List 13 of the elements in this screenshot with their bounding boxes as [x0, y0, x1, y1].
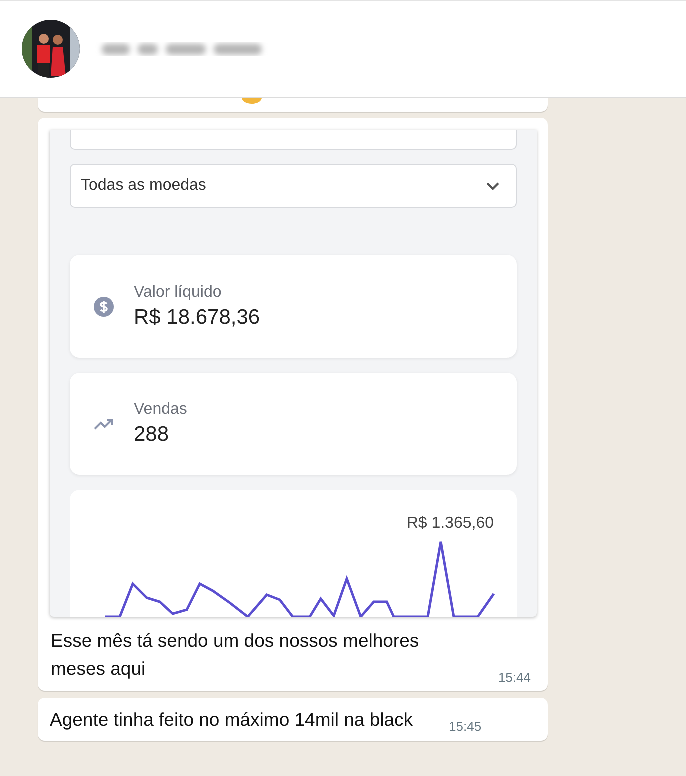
- message-time: 15:44: [498, 670, 531, 685]
- stat-value: 288: [134, 423, 170, 447]
- chart-peak-label: R$ 1.365,60: [406, 515, 494, 534]
- stat-value: R$ 18.678,36: [134, 306, 260, 330]
- emoji-icon: [242, 98, 262, 104]
- stat-label: Valor líquido: [134, 284, 223, 302]
- stat-label: Vendas: [134, 401, 188, 419]
- message-time: 15:45: [449, 719, 482, 734]
- message-text: Agente tinha feito no máximo 14mil na black: [50, 708, 414, 732]
- chevron-down-icon: [486, 182, 500, 190]
- message-text: Esse mês tá sendo um dos nossos melhores meses aqui: [51, 629, 420, 681]
- dollar-icon: [94, 296, 114, 316]
- currency-select[interactable]: Todas as moedas: [70, 164, 517, 208]
